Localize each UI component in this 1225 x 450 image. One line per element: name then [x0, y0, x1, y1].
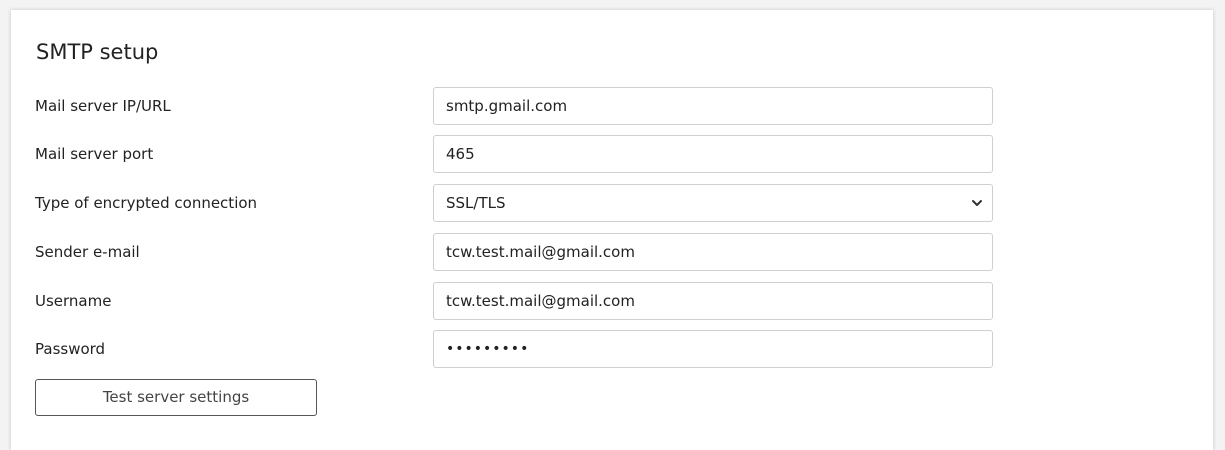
chevron-down-icon	[972, 200, 982, 206]
mail-port-input[interactable]: 465	[433, 135, 993, 173]
username-input[interactable]: tcw.test.mail@gmail.com	[433, 282, 993, 320]
test-server-settings-button[interactable]: Test server settings	[35, 379, 317, 416]
sender-email-value: tcw.test.mail@gmail.com	[446, 243, 635, 261]
smtp-setup-panel: SMTP setup Mail server IP/URL smtp.gmail…	[11, 10, 1213, 450]
mail-port-label: Mail server port	[35, 145, 154, 163]
username-value: tcw.test.mail@gmail.com	[446, 292, 635, 310]
encryption-label: Type of encrypted connection	[35, 194, 258, 212]
row-encryption: Type of encrypted connection SSL/TLS	[11, 184, 1213, 222]
mail-server-value: smtp.gmail.com	[446, 97, 568, 115]
section-title: SMTP setup	[36, 40, 159, 64]
password-input[interactable]: •••••••••	[433, 330, 993, 368]
row-password: Password •••••••••	[11, 330, 1213, 368]
mail-server-label: Mail server IP/URL	[35, 97, 171, 115]
mail-server-input[interactable]: smtp.gmail.com	[433, 87, 993, 125]
mail-port-value: 465	[446, 145, 475, 163]
password-label: Password	[35, 340, 106, 358]
sender-email-label: Sender e-mail	[35, 243, 140, 261]
username-label: Username	[35, 292, 112, 310]
row-mail-port: Mail server port 465	[11, 135, 1213, 173]
row-sender-email: Sender e-mail tcw.test.mail@gmail.com	[11, 233, 1213, 271]
sender-email-input[interactable]: tcw.test.mail@gmail.com	[433, 233, 993, 271]
row-username: Username tcw.test.mail@gmail.com	[11, 282, 1213, 320]
encryption-value: SSL/TLS	[446, 194, 506, 212]
encryption-select[interactable]: SSL/TLS	[433, 184, 993, 222]
row-mail-server: Mail server IP/URL smtp.gmail.com	[11, 87, 1213, 125]
password-value: •••••••••	[446, 341, 530, 357]
